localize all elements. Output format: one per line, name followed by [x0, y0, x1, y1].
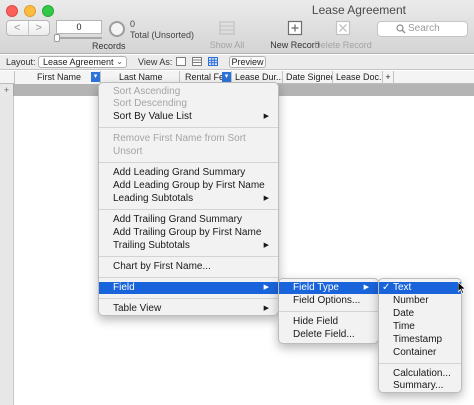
- menu-item-delete-field[interactable]: Delete Field...: [279, 329, 378, 341]
- menu-item-field-type[interactable]: Field Type ▶: [279, 282, 378, 294]
- preview-button[interactable]: Preview: [229, 56, 266, 68]
- submenu-arrow-icon: ▶: [263, 305, 269, 312]
- search-placeholder: Search: [408, 23, 440, 34]
- add-column-button[interactable]: +: [382, 71, 394, 84]
- menu-item-chart-by-first-name[interactable]: Chart by First Name...: [99, 261, 278, 273]
- found-count: 0 Total (Unsorted): [130, 19, 194, 41]
- menu-item-sort-ascending[interactable]: Sort Ascending: [99, 86, 278, 98]
- menu-item-leading-subtotals[interactable]: Leading Subtotals ▶: [99, 193, 278, 205]
- menu-separator: [279, 311, 378, 312]
- form-view-icon[interactable]: [176, 57, 186, 66]
- menu-separator: [99, 256, 278, 257]
- mouse-pointer-icon: [458, 282, 466, 294]
- menu-item-type-calculation[interactable]: Calculation...: [379, 368, 461, 380]
- menu-separator: [99, 277, 278, 278]
- submenu-arrow-icon: ▶: [363, 284, 369, 291]
- menu-item-add-leading-group[interactable]: Add Leading Group by First Name: [99, 180, 278, 192]
- submenu-arrow-icon: ▶: [263, 113, 269, 120]
- record-navigation: < >: [6, 20, 50, 36]
- record-number-input[interactable]: 0: [56, 20, 102, 34]
- layout-label: Layout:: [6, 57, 36, 67]
- submenu-arrow-icon: ▶: [263, 242, 269, 249]
- menu-item-type-time[interactable]: Time: [379, 321, 461, 333]
- menu-item-add-trailing-group[interactable]: Add Trailing Group by First Name: [99, 227, 278, 239]
- menu-item-trailing-subtotals[interactable]: Trailing Subtotals ▶: [99, 240, 278, 252]
- menu-separator: [99, 209, 278, 210]
- menu-item-remove-sort[interactable]: Remove First Name from Sort: [99, 133, 278, 145]
- window-title: Lease Agreement: [311, 3, 406, 17]
- search-icon: [396, 22, 406, 39]
- checkmark-icon: ✓: [382, 282, 391, 293]
- show-all-icon: [219, 20, 235, 36]
- found-set-pie-icon: [109, 21, 125, 37]
- menu-item-type-number[interactable]: Number: [379, 295, 461, 307]
- view-as-label: View As:: [138, 57, 173, 67]
- chevron-updown-icon: ⌄: [116, 57, 123, 66]
- found-count-value: 0: [130, 19, 136, 29]
- chevron-right-icon[interactable]: >: [27, 21, 50, 35]
- menu-item-table-view[interactable]: Table View ▶: [99, 303, 278, 315]
- submenu-arrow-icon: ▶: [263, 284, 269, 291]
- field-submenu: Field Type ▶ Field Options... Hide Field…: [278, 278, 379, 344]
- delete-record-button[interactable]: Delete Record: [312, 20, 374, 50]
- menu-item-add-trailing-grand-summary[interactable]: Add Trailing Grand Summary: [99, 214, 278, 226]
- menu-item-type-summary[interactable]: Summary...: [379, 380, 461, 392]
- add-row-button[interactable]: +: [0, 84, 14, 96]
- menu-item-type-timestamp[interactable]: Timestamp: [379, 334, 461, 346]
- menu-item-type-container[interactable]: Container: [379, 347, 461, 359]
- show-all-button[interactable]: Show All: [196, 20, 258, 50]
- menu-item-sort-by-value-list[interactable]: Sort By Value List ▶: [99, 111, 278, 123]
- menu-item-type-date[interactable]: Date: [379, 308, 461, 320]
- column-header-date-signed[interactable]: Date Signed: [282, 71, 332, 84]
- submenu-arrow-icon: ▶: [263, 195, 269, 202]
- column-header-lease-document[interactable]: Lease Doc...: [332, 71, 382, 84]
- column-menu-arrow-icon[interactable]: ▾: [91, 72, 100, 82]
- delete-record-label: Delete Record: [314, 40, 372, 50]
- menu-item-field[interactable]: Field ▶: [99, 282, 278, 294]
- menu-separator: [99, 127, 278, 128]
- row-gutter: [0, 96, 14, 405]
- record-slider-knob[interactable]: [54, 34, 60, 42]
- menu-separator: [99, 162, 278, 163]
- menu-separator: [379, 363, 461, 364]
- layout-select[interactable]: Lease Agreement ⌄: [38, 56, 127, 68]
- layout-select-value: Lease Agreement: [43, 57, 114, 67]
- list-view-icon[interactable]: [192, 57, 202, 66]
- field-type-submenu: ✓ Text Number Date Time Timestamp Contai…: [378, 278, 462, 393]
- window-titlebar: Lease Agreement < > 0 Records 0 Total (U…: [0, 0, 474, 54]
- column-header-first-name[interactable]: First Name ▾: [14, 71, 100, 84]
- delete-record-icon: [335, 20, 351, 36]
- chevron-left-icon[interactable]: <: [7, 21, 28, 35]
- column-sort-arrow-icon[interactable]: ▾: [222, 72, 231, 82]
- menu-item-hide-field[interactable]: Hide Field: [279, 316, 378, 328]
- found-count-text: Total (Unsorted): [130, 30, 195, 40]
- new-record-icon: [287, 20, 303, 36]
- table-view-icon[interactable]: [208, 57, 218, 66]
- show-all-label: Show All: [209, 40, 245, 50]
- menu-item-field-options[interactable]: Field Options...: [279, 295, 378, 307]
- menu-item-unsort[interactable]: Unsort: [99, 146, 278, 158]
- menu-item-type-text[interactable]: ✓ Text: [379, 282, 461, 294]
- menu-item-add-leading-grand-summary[interactable]: Add Leading Grand Summary: [99, 167, 278, 179]
- search-field[interactable]: Search: [377, 21, 468, 37]
- menu-separator: [99, 298, 278, 299]
- records-label: Records: [92, 41, 126, 51]
- menu-item-sort-descending[interactable]: Sort Descending: [99, 98, 278, 110]
- record-slider-track[interactable]: [56, 37, 102, 39]
- column-context-menu: Sort Ascending Sort Descending Sort By V…: [98, 82, 279, 316]
- layout-bar: Layout: Lease Agreement ⌄ View As: Previ…: [0, 55, 474, 70]
